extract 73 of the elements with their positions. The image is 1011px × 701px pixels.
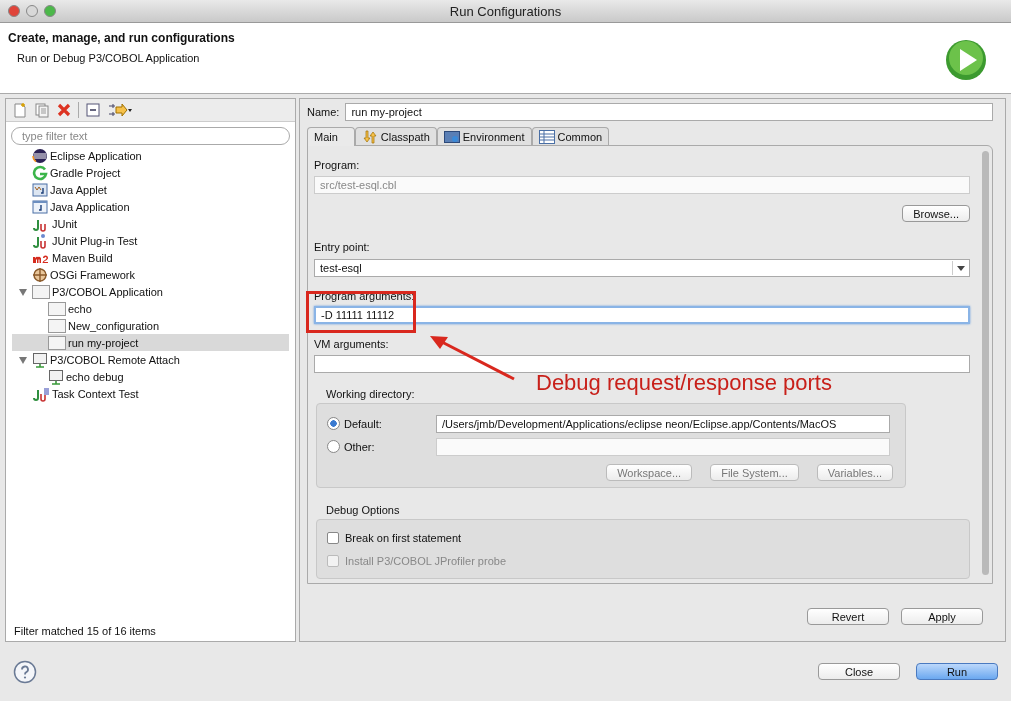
- directory-field[interactable]: /Users/jmb/Development/Applications/eclipse neon/Eclipse.app/Contents/MacOS: [436, 414, 890, 433]
- blank-window-icon: [48, 317, 66, 334]
- tree-item[interactable]: New_configuration: [12, 317, 289, 334]
- window-title: Run Configurations: [449, 3, 562, 19]
- entry-point-dropdown[interactable]: test-esql: [314, 259, 970, 277]
- tab[interactable]: Main: [307, 127, 355, 146]
- radio-label: Other:: [344, 440, 376, 453]
- tree-item[interactable]: echo debug: [12, 368, 289, 385]
- dialog-button[interactable]: Close: [818, 663, 900, 680]
- help-icon[interactable]: [13, 659, 37, 684]
- tree-item[interactable]: Gradle Project: [12, 164, 289, 181]
- tree-item[interactable]: Java Application: [12, 198, 289, 215]
- browse-button[interactable]: Browse...: [902, 205, 970, 222]
- delete-icon[interactable]: [56, 102, 72, 118]
- tree-item[interactable]: JUnit Plug-in Test: [12, 232, 289, 249]
- application-window-icon: [32, 198, 48, 215]
- filter-status: Filter matched 15 of 16 items: [13, 625, 157, 639]
- tree-item[interactable]: JUnit: [12, 215, 289, 232]
- header-title: Create, manage, and run configurations: [8, 31, 235, 45]
- monitor-icon: [32, 351, 48, 368]
- dialog-button[interactable]: Run: [916, 663, 998, 680]
- g-letter-icon: [32, 164, 48, 181]
- expanded-triangle-icon[interactable]: [18, 354, 28, 365]
- minimize-icon[interactable]: [26, 5, 38, 17]
- filter-icon[interactable]: [107, 102, 133, 118]
- checkbox-label: Break on first statement: [345, 531, 462, 544]
- close-icon[interactable]: [8, 5, 20, 17]
- program-label: Program:: [314, 159, 361, 171]
- debug-options-label: Debug Options: [326, 504, 401, 516]
- run-icon: [945, 39, 987, 81]
- scrollbar[interactable]: [982, 151, 989, 575]
- checkbox-label: Install P3/COBOL JProfiler probe: [345, 554, 506, 567]
- tree-item[interactable]: Maven Build: [12, 249, 289, 266]
- tree-item[interactable]: run my-project: [12, 334, 289, 351]
- collapse-icon[interactable]: [85, 102, 101, 118]
- junit-icon: [32, 385, 50, 402]
- tree-item[interactable]: Eclipse Application: [12, 147, 289, 164]
- panel-button[interactable]: Revert: [807, 608, 889, 625]
- applet-icon: [32, 181, 48, 198]
- vm-arguments-field[interactable]: [314, 355, 970, 373]
- tree-item[interactable]: P3/COBOL Remote Attach: [12, 351, 289, 368]
- expanded-triangle-icon[interactable]: [18, 286, 28, 297]
- tree-item[interactable]: Task Context Test: [12, 385, 289, 402]
- blank-window-icon: [32, 283, 50, 300]
- monitor-icon: [48, 368, 64, 385]
- name-label: Name:: [307, 106, 340, 118]
- eclipse-icon: [32, 147, 48, 164]
- table-icon: [538, 130, 555, 144]
- annotation-text: Debug request/response ports: [536, 370, 832, 396]
- radio-label: Default:: [344, 417, 383, 430]
- program-arguments-field[interactable]: -D 11111 11112: [314, 306, 970, 324]
- new-file-icon[interactable]: [12, 102, 28, 118]
- name-field[interactable]: run my-project: [345, 103, 993, 121]
- entry-point-label: Entry point:: [314, 241, 371, 253]
- vm-arguments-label: VM arguments:: [314, 338, 390, 350]
- tree-item[interactable]: echo: [12, 300, 289, 317]
- blank-window-icon: [48, 334, 66, 351]
- panel-button[interactable]: Apply: [901, 608, 983, 625]
- radio-button[interactable]: [327, 417, 340, 430]
- tree-item[interactable]: OSGi Framework: [12, 266, 289, 283]
- radio-button[interactable]: [327, 440, 340, 453]
- tree-item[interactable]: Java Applet: [12, 181, 289, 198]
- crosshair-icon: [32, 266, 48, 283]
- environment-icon: [443, 130, 460, 144]
- header-subtitle: Run or Debug P3/COBOL Application: [17, 52, 201, 64]
- tree-item[interactable]: P3/COBOL Application: [12, 283, 289, 300]
- checkbox[interactable]: [327, 531, 339, 544]
- arrows-icon: [361, 130, 378, 144]
- filter-field[interactable]: type filter text: [11, 127, 290, 145]
- copy-icon[interactable]: [34, 102, 50, 118]
- blank-window-icon: [48, 300, 66, 317]
- zoom-icon[interactable]: [44, 5, 56, 17]
- working-directory-label: Working directory:: [326, 388, 416, 400]
